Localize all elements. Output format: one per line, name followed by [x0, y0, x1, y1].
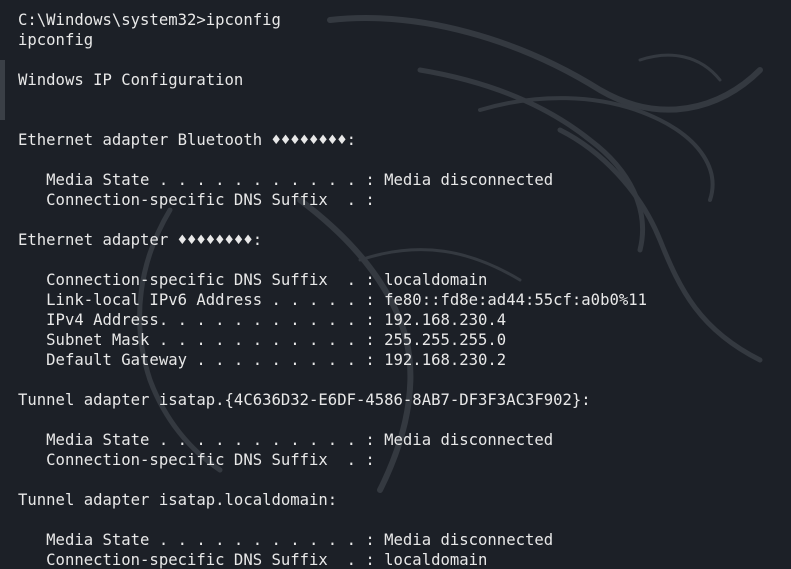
terminal-line: Media State . . . . . . . . . . . : Medi… [18, 531, 554, 549]
terminal-output: C:\Windows\system32>ipconfig ipconfig Wind… [18, 10, 647, 569]
terminal-line: Windows IP Configuration [18, 71, 244, 89]
terminal-line: Connection-specific DNS Suffix . : [18, 191, 375, 209]
terminal-line: C:\Windows\system32>ipconfig [18, 11, 281, 29]
terminal-line: Link-local IPv6 Address . . . . . : fe80… [18, 291, 648, 309]
terminal-line: Connection-specific DNS Suffix . : [18, 451, 375, 469]
terminal-line: Ethernet adapter ♦♦♦♦♦♦♦♦: [18, 231, 263, 249]
terminal-line: Default Gateway . . . . . . . . . : 192.… [18, 351, 507, 369]
terminal-line: IPv4 Address. . . . . . . . . . . : 192.… [18, 311, 507, 329]
terminal-line: Tunnel adapter isatap.{4C636D32-E6DF-458… [18, 391, 591, 409]
terminal-line: Ethernet adapter Bluetooth ♦♦♦♦♦♦♦♦: [18, 131, 356, 149]
terminal-line: Media State . . . . . . . . . . . : Medi… [18, 171, 554, 189]
terminal-window[interactable]: C:\Windows\system32>ipconfig ipconfig Wind… [0, 0, 791, 569]
window-left-edge [0, 60, 5, 120]
terminal-line: Connection-specific DNS Suffix . : local… [18, 271, 488, 289]
terminal-line: Media State . . . . . . . . . . . : Medi… [18, 431, 554, 449]
terminal-line: Subnet Mask . . . . . . . . . . . : 255.… [18, 331, 507, 349]
terminal-line: Connection-specific DNS Suffix . : local… [18, 551, 488, 569]
terminal-line: Tunnel adapter isatap.localdomain: [18, 491, 338, 509]
terminal-line: ipconfig [18, 31, 94, 49]
